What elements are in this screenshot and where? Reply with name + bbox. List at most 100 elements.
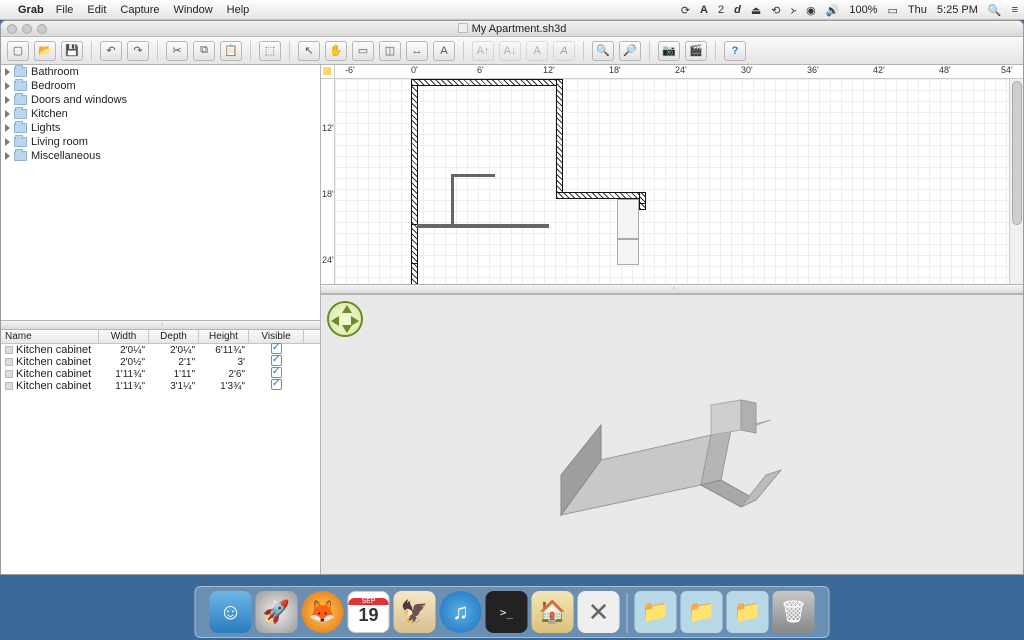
pan-tool[interactable]: ✋ [325, 41, 347, 61]
minimize-button[interactable] [22, 24, 32, 34]
video-button[interactable]: 🎬 [685, 41, 707, 61]
photo-button[interactable]: 📷 [658, 41, 680, 61]
vertical-scrollbar[interactable] [1009, 79, 1023, 284]
catalog-category[interactable]: Living room [1, 135, 320, 149]
dock-folder[interactable]: 📁 [727, 591, 769, 633]
interior-wall[interactable] [451, 174, 454, 227]
visible-checkbox[interactable] [271, 355, 282, 366]
visible-checkbox[interactable] [271, 343, 282, 354]
help-button[interactable]: ? [724, 41, 746, 61]
col-width[interactable]: Width [99, 330, 149, 343]
titlebar[interactable]: My Apartment.sh3d [1, 21, 1023, 37]
catalog-category[interactable]: Bedroom [1, 79, 320, 93]
room-tool[interactable]: ◫ [379, 41, 401, 61]
compass-south-icon[interactable] [342, 325, 352, 333]
dock-sweethome[interactable]: 🏠 [532, 591, 574, 633]
bold-button[interactable]: A [526, 41, 548, 61]
wifi-icon[interactable]: ◉ [806, 4, 816, 17]
col-name[interactable]: Name [1, 330, 99, 343]
furniture-catalog[interactable]: Bathroom Bedroom Doors and windows Kitch… [1, 65, 320, 320]
zoom-button[interactable] [37, 24, 47, 34]
wall[interactable] [411, 224, 418, 264]
adobe-icon[interactable]: A [700, 4, 708, 16]
scrollbar-thumb[interactable] [1012, 81, 1022, 225]
visible-checkbox[interactable] [271, 367, 282, 378]
copy-button[interactable]: ⧉ [193, 41, 215, 61]
italic-button[interactable]: A [553, 41, 575, 61]
interior-wall[interactable] [451, 174, 495, 177]
furniture-list-body[interactable]: Kitchen cabinet 2'0¼" 2'0¼" 6'11¾" Kitch… [1, 344, 320, 574]
dock-folder[interactable]: 📁 [635, 591, 677, 633]
dock-itunes[interactable]: ♫ [440, 591, 482, 633]
dimension-tool[interactable]: ↔ [406, 41, 428, 61]
menu-window[interactable]: Window [174, 4, 213, 16]
disclosure-triangle-icon[interactable] [5, 138, 10, 146]
menu-capture[interactable]: Capture [120, 4, 159, 16]
col-depth[interactable]: Depth [149, 330, 199, 343]
col-height[interactable]: Height [199, 330, 249, 343]
catalog-category[interactable]: Kitchen [1, 107, 320, 121]
furniture-cabinet[interactable] [617, 239, 639, 265]
text-up-button[interactable]: A↑ [472, 41, 494, 61]
horizontal-splitter[interactable] [321, 284, 1023, 294]
new-button[interactable]: ▢ [7, 41, 29, 61]
bluetooth-icon[interactable]: ᚛ [790, 4, 796, 17]
table-row[interactable]: Kitchen cabinet 1'11¾" 3'1¼" 1'3¾" [1, 380, 320, 392]
notifications-icon[interactable]: ≡ [1012, 4, 1018, 16]
text-tool[interactable]: A [433, 41, 455, 61]
disclosure-triangle-icon[interactable] [5, 82, 10, 90]
disclosure-triangle-icon[interactable] [5, 110, 10, 118]
dock-trash[interactable]: 🗑 [773, 591, 815, 633]
dock-folder[interactable]: 📁 [681, 591, 723, 633]
catalog-category[interactable]: Lights [1, 121, 320, 135]
redo-button[interactable]: ↷ [127, 41, 149, 61]
clock-time[interactable]: 5:25 PM [937, 4, 978, 16]
dock-calendar[interactable]: SEP 19 [348, 591, 390, 633]
spotlight-icon[interactable]: 🔍 [988, 4, 1002, 17]
wall[interactable] [417, 224, 549, 228]
navigation-compass[interactable] [327, 301, 363, 337]
d-icon[interactable]: d [734, 4, 741, 16]
open-button[interactable]: 📂 [34, 41, 56, 61]
disclosure-triangle-icon[interactable] [5, 124, 10, 132]
plan-grid[interactable] [335, 79, 1023, 284]
disclosure-triangle-icon[interactable] [5, 68, 10, 76]
compass-north-icon[interactable] [342, 305, 352, 313]
plan-view[interactable]: -6' 0' 6' 12' 18' 24' 30' 36' 42' 48' 54… [321, 65, 1023, 284]
select-tool[interactable]: ↖ [298, 41, 320, 61]
volume-icon[interactable]: 🔊 [826, 4, 840, 17]
dock-finder[interactable]: ☺ [210, 591, 252, 633]
menu-edit[interactable]: Edit [87, 4, 106, 16]
ruler-origin[interactable] [321, 65, 335, 79]
disclosure-triangle-icon[interactable] [5, 96, 10, 104]
battery-icon[interactable]: ▭ [888, 4, 898, 17]
clock-day[interactable]: Thu [908, 4, 927, 16]
dock-x11[interactable]: ✕ [578, 591, 620, 633]
zoom-in-button[interactable]: 🔍 [592, 41, 614, 61]
eject-icon[interactable]: ⏏ [751, 4, 761, 17]
wall[interactable] [411, 79, 563, 86]
compass-east-icon[interactable] [351, 316, 359, 326]
undo-button[interactable]: ↶ [100, 41, 122, 61]
dock-mail[interactable]: 🦅 [394, 591, 436, 633]
catalog-category[interactable]: Doors and windows [1, 93, 320, 107]
visible-checkbox[interactable] [271, 379, 282, 390]
wall-tool[interactable]: ▭ [352, 41, 374, 61]
save-button[interactable]: 💾 [61, 41, 83, 61]
sync-icon[interactable]: ⟳ [681, 4, 690, 17]
dock-launchpad[interactable]: 🚀 [256, 591, 298, 633]
compass-west-icon[interactable] [331, 316, 339, 326]
wall[interactable] [556, 192, 646, 199]
3d-model[interactable] [541, 375, 891, 545]
horizontal-splitter[interactable] [1, 320, 320, 330]
dock-firefox[interactable]: 🦊 [302, 591, 344, 633]
battery-percent[interactable]: 100% [849, 4, 877, 16]
paste-button[interactable]: 📋 [220, 41, 242, 61]
disclosure-triangle-icon[interactable] [5, 152, 10, 160]
app-menu[interactable]: Grab [18, 4, 44, 16]
close-button[interactable] [7, 24, 17, 34]
add-furniture-button[interactable]: ⬚ [259, 41, 281, 61]
wall[interactable] [556, 79, 563, 199]
cut-button[interactable]: ✂ [166, 41, 188, 61]
catalog-category[interactable]: Miscellaneous [1, 149, 320, 163]
